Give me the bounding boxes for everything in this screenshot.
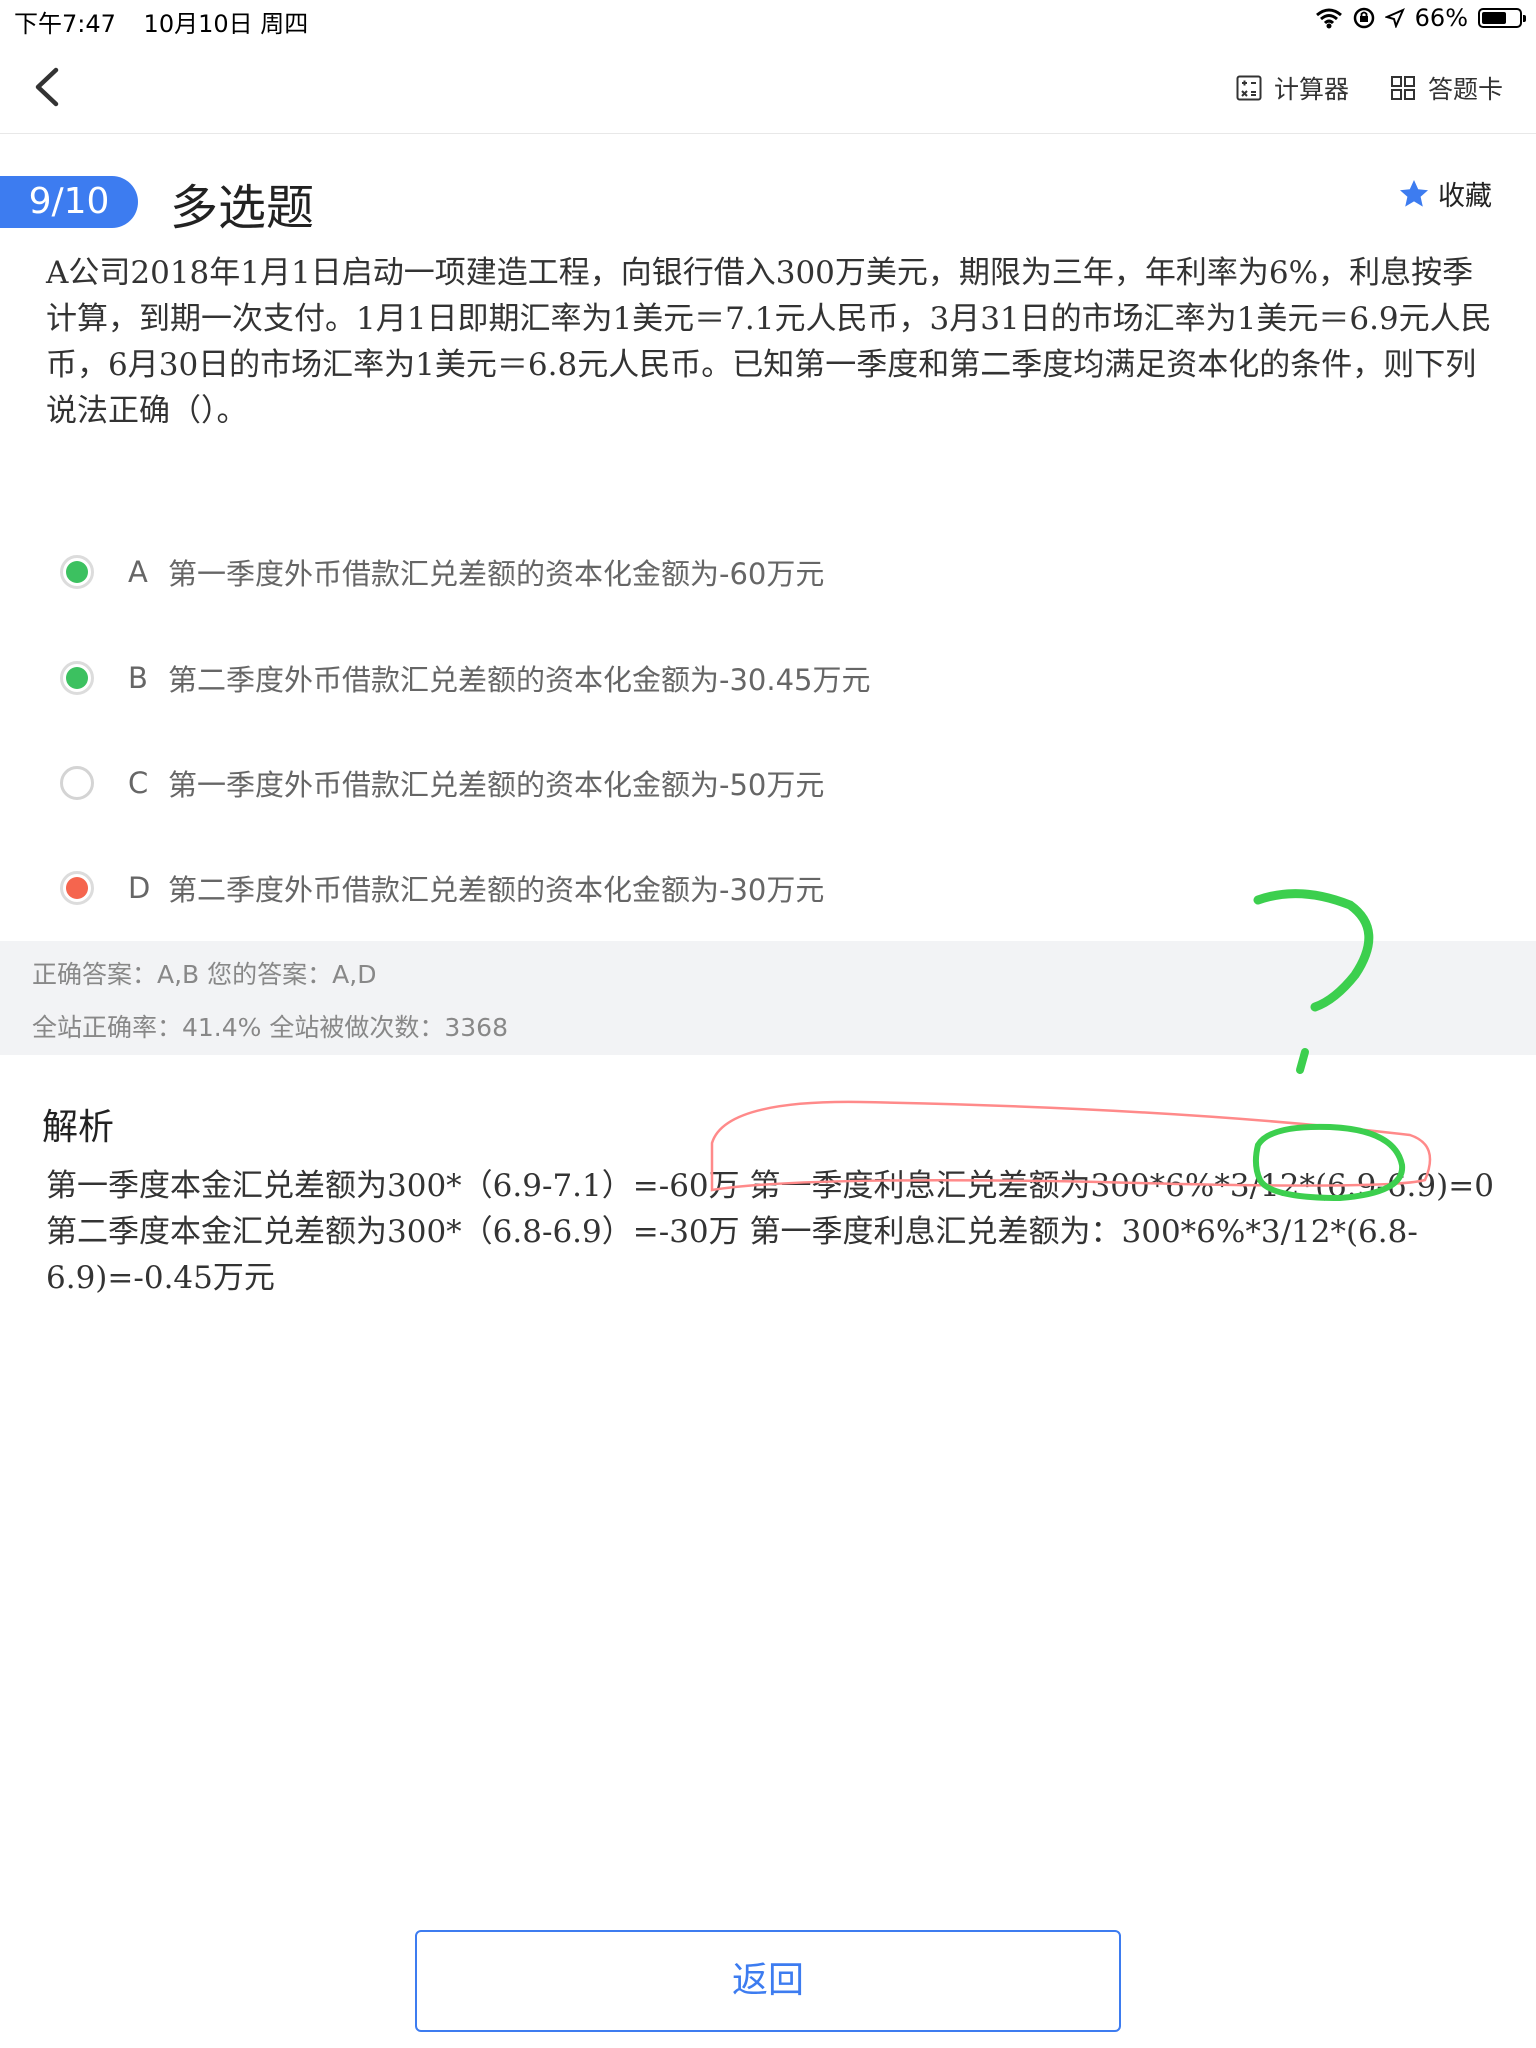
status-left: 下午7:47 10月10日 周四 <box>14 4 328 39</box>
analysis-text: 第一季度本金汇兑差额为300*（6.9-7.1）=-60万 第一季度利息汇兑差额… <box>46 1168 1494 1296</box>
option-b-text: 第二季度外币借款汇兑差额的资本化金额为-30.45万元 <box>168 663 871 697</box>
grid-icon <box>1391 76 1415 100</box>
favorite-label: 收藏 <box>1438 181 1492 212</box>
return-button[interactable]: 返回 <box>415 1930 1121 2032</box>
orientation-lock-icon <box>1353 7 1374 29</box>
status-bar: 下午7:47 10月10日 周四 66% <box>0 0 1536 40</box>
question-text: A公司2018年1月1日启动一项建造工程，向银行借入300万美元，期限为三年，年… <box>46 255 1492 429</box>
battery-level <box>1482 12 1506 24</box>
site-statistics: 全站正确率：41.4% 全站被做次数：3368 <box>32 1013 508 1042</box>
chevron-left-icon <box>35 67 59 107</box>
location-icon <box>1384 8 1405 28</box>
calculator-icon <box>1236 75 1262 101</box>
calculator-button[interactable]: 计算器 <box>1236 70 1349 106</box>
option-c-text: 第一季度外币借款汇兑差额的资本化金额为-50万元 <box>168 768 825 802</box>
option-b-radio[interactable] <box>60 661 94 695</box>
option-b[interactable]: B 第二季度外币借款汇兑差额的资本化金额为-30.45万元 <box>60 648 871 708</box>
answer-card-button[interactable]: 答题卡 <box>1390 70 1503 106</box>
battery-icon <box>1478 8 1526 28</box>
calculator-label: 计算器 <box>1274 75 1350 104</box>
status-date: 10月10日 周四 <box>143 10 309 38</box>
result-panel: 正确答案：A,B 您的答案：A,D 全站正确率：41.4% 全站被做次数：336… <box>0 941 1536 1055</box>
star-icon <box>1400 179 1428 207</box>
option-c[interactable]: C 第一季度外币借款汇兑差额的资本化金额为-50万元 <box>60 753 824 813</box>
question-progress-badge: 9/10 <box>0 176 138 228</box>
option-a-text: 第一季度外币借款汇兑差额的资本化金额为-60万元 <box>168 557 825 591</box>
analysis-title: 解析 <box>42 1107 115 1148</box>
option-d-text: 第二季度外币借款汇兑差额的资本化金额为-30万元 <box>168 873 825 907</box>
option-d[interactable]: D 第二季度外币借款汇兑差额的资本化金额为-30万元 <box>60 858 824 918</box>
option-a-letter: A <box>128 555 148 589</box>
option-d-letter: D <box>128 871 151 905</box>
option-d-radio[interactable] <box>60 871 94 905</box>
favorite-button[interactable]: 收藏 <box>1398 174 1492 213</box>
option-c-letter: C <box>128 766 149 800</box>
battery-percent: 66% <box>1414 4 1468 32</box>
back-button[interactable] <box>28 62 68 112</box>
option-a[interactable]: A 第一季度外币借款汇兑差额的资本化金额为-60万元 <box>60 542 824 602</box>
option-b-letter: B <box>128 661 148 695</box>
option-a-radio[interactable] <box>60 555 94 589</box>
answer-comparison: 正确答案：A,B 您的答案：A,D <box>32 960 377 989</box>
status-time: 下午7:47 <box>14 10 116 38</box>
answer-card-label: 答题卡 <box>1428 75 1504 104</box>
question-type: 多选题 <box>170 180 315 236</box>
nav-bar: 计算器 答题卡 <box>0 40 1536 134</box>
status-right: 66% <box>1315 4 1526 32</box>
wifi-icon <box>1315 8 1342 29</box>
option-c-radio[interactable] <box>60 766 94 800</box>
